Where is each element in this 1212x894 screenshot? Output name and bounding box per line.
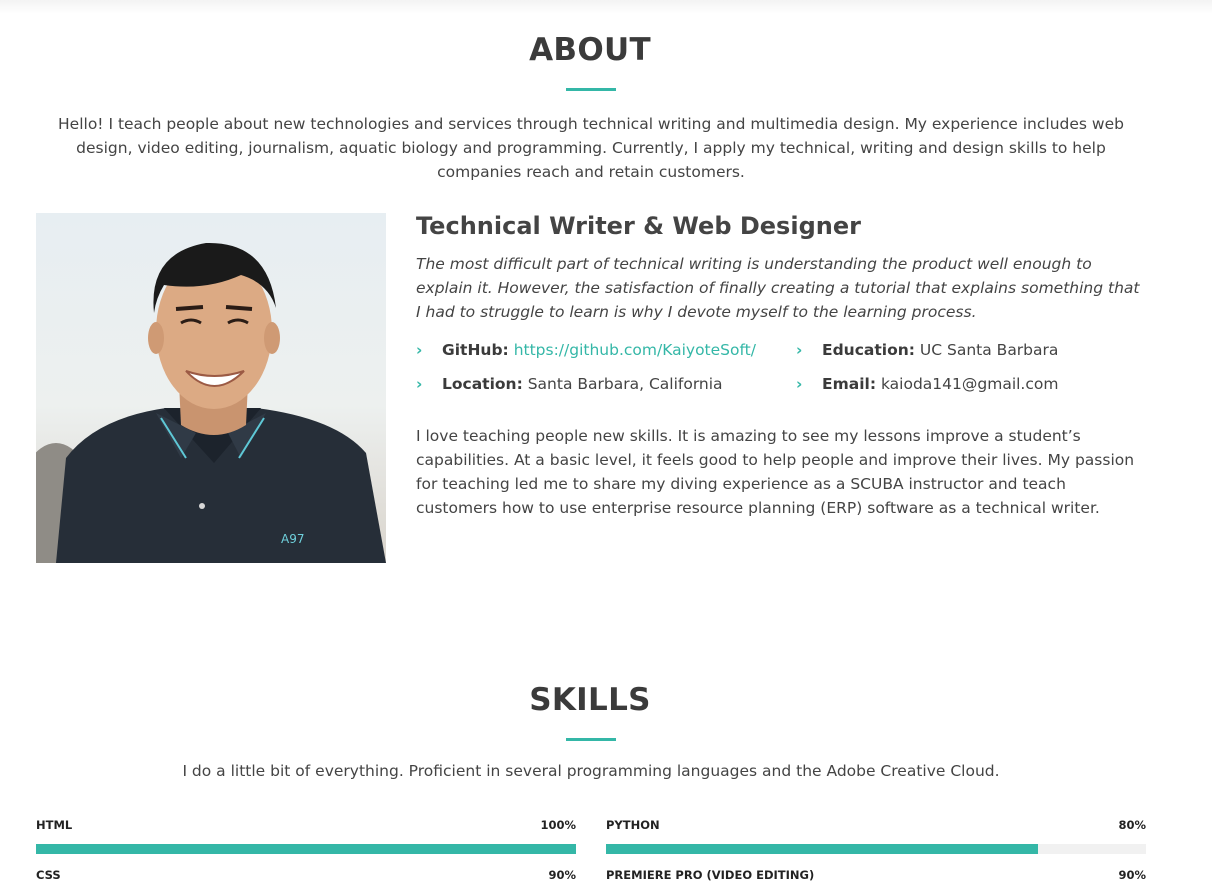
- location-value: Santa Barbara, California: [527, 375, 723, 393]
- skill-name: HTML: [36, 818, 73, 832]
- role-title: Technical Writer & Web Designer: [416, 212, 861, 240]
- skill-percent: 90%: [548, 868, 576, 882]
- skill-percent: 80%: [1118, 818, 1146, 832]
- info-education: › Education: UC Santa Barbara: [796, 341, 1058, 359]
- email-value: kaioda141@gmail.com: [880, 375, 1059, 393]
- profile-photo: A97: [36, 213, 386, 563]
- svg-text:A97: A97: [281, 532, 304, 546]
- skill-progress-fill: [36, 844, 576, 854]
- skill-name: PREMIERE PRO (VIDEO EDITING): [606, 868, 815, 882]
- info-github: › GitHub: https://github.com/KaiyoteSoft/: [416, 341, 756, 359]
- skill-progress-track: [36, 844, 576, 854]
- skills-intro: I do a little bit of everything. Profici…: [182, 762, 1000, 780]
- skill-premiere-pro: PREMIERE PRO (VIDEO EDITING) 90%: [606, 868, 1146, 894]
- education-label: Education:: [822, 341, 915, 359]
- about-intro: Hello! I teach people about new technolo…: [58, 115, 1124, 181]
- about-bio: I love teaching people new skills. It is…: [416, 427, 1135, 517]
- role-quote: The most difficult part of technical wri…: [416, 255, 1140, 321]
- info-email: › Email: kaioda141@gmail.com: [796, 375, 1058, 393]
- header-shadow: [0, 0, 1212, 14]
- skill-name: PYTHON: [606, 818, 660, 832]
- github-link[interactable]: https://github.com/KaiyoteSoft/: [514, 341, 756, 359]
- education-value: UC Santa Barbara: [919, 341, 1059, 359]
- about-title-underline: [566, 88, 616, 91]
- chevron-right-icon: ›: [416, 375, 423, 393]
- email-label: Email:: [822, 375, 877, 393]
- info-location: › Location: Santa Barbara, California: [416, 375, 723, 393]
- skills-title: SKILLS: [529, 682, 651, 718]
- skills-title-underline: [566, 738, 616, 741]
- chevron-right-icon: ›: [416, 341, 423, 359]
- chevron-right-icon: ›: [796, 341, 803, 359]
- chevron-right-icon: ›: [796, 375, 803, 393]
- skill-name: CSS: [36, 868, 61, 882]
- skill-progress-fill: [606, 844, 1038, 854]
- about-title: ABOUT: [529, 32, 651, 68]
- skill-progress-track: [606, 844, 1146, 854]
- skill-percent: 90%: [1118, 868, 1146, 882]
- skill-css: CSS 90%: [36, 868, 576, 894]
- skill-html: HTML 100%: [36, 818, 576, 854]
- skill-percent: 100%: [540, 818, 576, 832]
- github-label: GitHub:: [442, 341, 509, 359]
- skill-python: PYTHON 80%: [606, 818, 1146, 854]
- location-label: Location:: [442, 375, 523, 393]
